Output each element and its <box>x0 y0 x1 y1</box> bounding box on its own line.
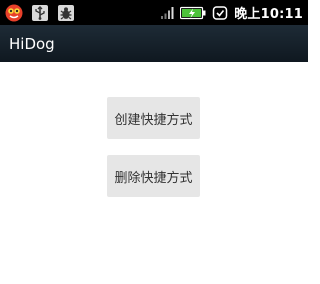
main-content: 创建快捷方式 删除快捷方式 <box>0 62 308 284</box>
hidog-app-icon <box>4 3 24 23</box>
delete-shortcut-button[interactable]: 删除快捷方式 <box>107 155 200 197</box>
debug-bug-icon <box>56 3 76 23</box>
battery-charging-icon <box>180 6 206 20</box>
alarm-icon <box>212 5 228 21</box>
signal-icon <box>160 6 174 20</box>
action-bar: HiDog <box>0 25 308 62</box>
system-status: 晚上10:11 <box>154 0 308 25</box>
create-shortcut-button[interactable]: 创建快捷方式 <box>107 97 200 139</box>
usb-icon <box>30 3 50 23</box>
app-title: HiDog <box>9 34 55 53</box>
status-bar: 晚上10:11 <box>0 0 308 25</box>
notification-icons <box>0 0 82 25</box>
status-clock: 晚上10:11 <box>234 7 303 22</box>
